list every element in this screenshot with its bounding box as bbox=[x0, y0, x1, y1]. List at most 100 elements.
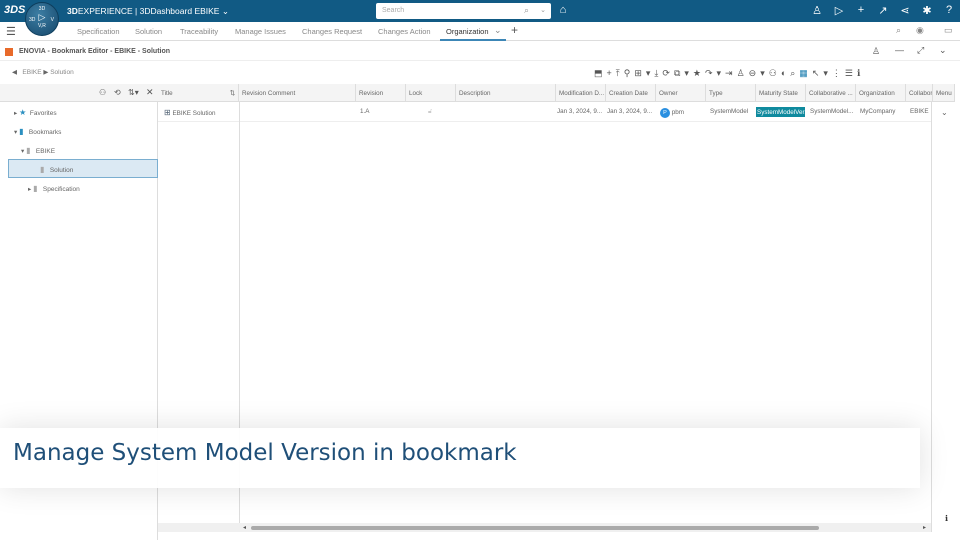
lifecycle-icon[interactable]: ⊖▾ bbox=[749, 68, 769, 78]
system-model-icon: ⊞ bbox=[164, 108, 171, 117]
tab-changes-action[interactable]: Changes Action bbox=[378, 27, 431, 36]
sort-icon[interactable]: ⇅ bbox=[230, 90, 235, 97]
link-icon[interactable]: ⚲ bbox=[624, 68, 635, 78]
column-header[interactable]: Collaborative ... bbox=[806, 84, 856, 102]
widget-title-bar: ENOVIA - Bookmark Editor - EBIKE - Solut… bbox=[0, 44, 960, 61]
chevron-down-icon[interactable]: ⌄ bbox=[939, 45, 947, 56]
cell-organization: MyCompany bbox=[860, 108, 896, 115]
apps-icon[interactable]: ✱ bbox=[920, 4, 934, 17]
search-icon[interactable]: ⌕ bbox=[790, 68, 799, 78]
enovia-icon bbox=[5, 48, 13, 56]
binoculars-icon[interactable]: ⚇ bbox=[769, 68, 781, 78]
3ds-logo[interactable]: 3DS bbox=[4, 4, 25, 16]
add-tab-button[interactable]: + bbox=[511, 23, 518, 37]
tree-label: Favorites bbox=[29, 110, 57, 117]
tree-item-specification[interactable]: ▸ ▮ Specification bbox=[28, 184, 80, 193]
column-header[interactable]: Type bbox=[706, 84, 756, 102]
search-input[interactable]: Search ⌕ ⌄ bbox=[376, 3, 551, 19]
star-icon: ★ bbox=[19, 108, 27, 117]
upload-icon[interactable]: ⤒ bbox=[616, 68, 624, 78]
share-icon[interactable]: ↗ bbox=[876, 4, 890, 17]
minimize-icon[interactable]: — bbox=[895, 45, 904, 55]
tenant: EBIKE bbox=[194, 6, 220, 16]
selected-tree-row bbox=[8, 159, 158, 178]
list-icon[interactable]: ☰ bbox=[845, 68, 857, 78]
column-header[interactable]: Organization bbox=[856, 84, 906, 102]
media-icon[interactable]: ▷ bbox=[832, 4, 846, 17]
bookmark-icon: ▮ bbox=[40, 165, 45, 174]
import-icon[interactable]: ⇥ bbox=[725, 68, 737, 78]
tab-changes-request[interactable]: Changes Request bbox=[302, 27, 362, 36]
chevron-down-icon[interactable]: ⌄ bbox=[494, 25, 502, 36]
user-icon[interactable]: ♙ bbox=[810, 4, 824, 17]
column-header[interactable]: Creation Date bbox=[606, 84, 656, 102]
column-header[interactable]: Collabor bbox=[906, 84, 933, 102]
cell-collab-space: EBIKE bbox=[910, 108, 929, 115]
user-settings-icon[interactable]: ♙ bbox=[872, 46, 880, 57]
bookmark-add-icon[interactable]: ⬒ bbox=[594, 68, 607, 78]
chevron-down-icon[interactable]: ⌄ bbox=[540, 6, 546, 14]
refresh-icon[interactable]: ⟳ bbox=[662, 68, 674, 78]
bookmark-icon: ▮ bbox=[33, 184, 38, 193]
refresh-icon[interactable]: ⟲ bbox=[114, 88, 121, 97]
column-header[interactable]: Maturity State bbox=[756, 84, 806, 102]
more-icon[interactable]: ⋮ bbox=[832, 68, 845, 78]
tab-manage-issues[interactable]: Manage Issues bbox=[235, 27, 286, 36]
compass[interactable]: 3D ▷ 3D V V,R bbox=[25, 2, 59, 36]
column-header[interactable]: Revision bbox=[356, 84, 406, 102]
scroll-left-icon[interactable]: ◂ bbox=[243, 524, 246, 531]
tree-item-favorites[interactable]: ▸ ★ Favorites bbox=[14, 108, 57, 117]
tree-item-bookmarks[interactable]: ▾ ▮ Bookmarks bbox=[14, 127, 61, 136]
add-icon[interactable]: + bbox=[854, 4, 868, 16]
help-icon[interactable]: ? bbox=[942, 4, 956, 16]
brand: 3D bbox=[67, 6, 78, 16]
tab-specification[interactable]: Specification bbox=[77, 27, 120, 36]
chat-icon[interactable]: ▭ bbox=[944, 25, 953, 36]
tab-organization[interactable]: Organization bbox=[446, 27, 489, 36]
unlock-icon[interactable]: 🔓︎ bbox=[425, 103, 435, 121]
breadcrumb-item[interactable]: Solution bbox=[50, 69, 74, 76]
cell-owner[interactable]: P pbm bbox=[657, 103, 687, 121]
column-header[interactable]: Lock bbox=[406, 84, 456, 102]
tab-solution[interactable]: Solution bbox=[135, 27, 162, 36]
column-header-title[interactable]: Title ⇅ bbox=[158, 84, 239, 102]
breadcrumb-item[interactable]: EBIKE bbox=[22, 69, 41, 76]
tab-traceability[interactable]: Traceability bbox=[180, 27, 218, 36]
column-header[interactable]: Revision Comment bbox=[239, 84, 356, 102]
search-icon[interactable]: ⌕ bbox=[896, 25, 901, 36]
search-icon[interactable]: ⌕ bbox=[524, 5, 529, 16]
column-header[interactable]: Modification D... bbox=[556, 84, 606, 102]
app-title[interactable]: 3DEXPERIENCE | 3DDashboard EBIKE ⌄ bbox=[67, 6, 229, 17]
copy-icon[interactable]: ⧉▾ bbox=[674, 68, 693, 78]
tree-item-solution[interactable]: ▮ Solution bbox=[40, 165, 73, 174]
forward-icon[interactable]: ↷▾ bbox=[705, 68, 725, 78]
binoculars-icon[interactable]: ⚇ bbox=[99, 88, 106, 97]
column-header[interactable]: Owner bbox=[656, 84, 706, 102]
person-icon[interactable]: ♙ bbox=[737, 68, 749, 78]
row-menu-chevron-icon[interactable]: ⌄ bbox=[938, 103, 951, 121]
table-icon[interactable]: ▦ bbox=[799, 68, 812, 78]
cell-title[interactable]: ⊞ EBIKE Solution bbox=[161, 103, 239, 121]
tree-item-ebike[interactable]: ▾ ▮ EBIKE bbox=[21, 146, 55, 155]
star-icon[interactable]: ★ bbox=[693, 68, 705, 78]
record-icon[interactable]: ◉ bbox=[916, 25, 924, 36]
network-icon[interactable]: ⋖ bbox=[898, 4, 912, 17]
add-icon[interactable]: + bbox=[607, 68, 616, 78]
maturity-state-badge[interactable]: SystemModelVers bbox=[756, 107, 805, 117]
info-icon[interactable]: ◐ bbox=[781, 68, 790, 78]
scroll-right-icon[interactable]: ▸ bbox=[923, 524, 926, 531]
back-icon[interactable]: ◀ bbox=[12, 69, 17, 76]
maximize-icon[interactable]: ⤢ bbox=[917, 45, 924, 56]
column-header[interactable]: Description bbox=[456, 84, 556, 102]
menu-icon[interactable]: ☰ bbox=[6, 25, 16, 38]
select-icon[interactable]: ↖▾ bbox=[812, 68, 832, 78]
tag-icon[interactable]: ⌂ bbox=[556, 4, 570, 16]
structure-icon[interactable]: ⊞▾ bbox=[634, 68, 654, 78]
column-header[interactable]: Menu bbox=[933, 84, 955, 102]
info-circle-icon[interactable]: ℹ bbox=[857, 68, 864, 78]
close-icon[interactable]: ✕ bbox=[146, 87, 154, 98]
info-icon[interactable]: ℹ bbox=[945, 514, 948, 523]
app-name: EXPERIENCE | 3DDashboard bbox=[77, 6, 193, 16]
scrollbar-thumb[interactable] bbox=[251, 526, 819, 530]
sort-icon[interactable]: ⇅▾ bbox=[128, 88, 139, 97]
